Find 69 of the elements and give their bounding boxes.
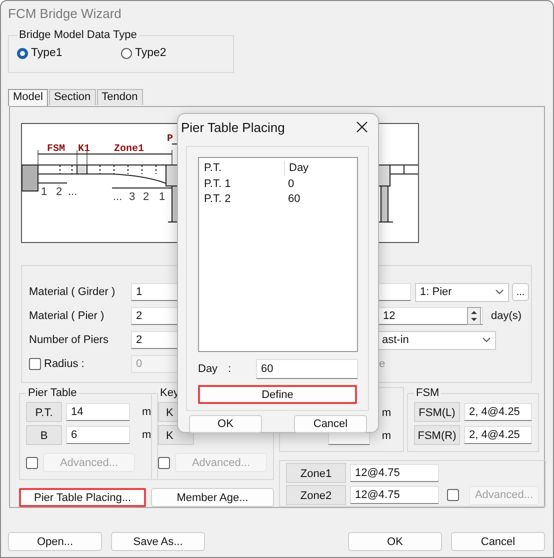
cancel-button[interactable]: Cancel [451,532,545,551]
tab[interactable]: Section [48,89,96,105]
diagram-label: P [167,134,174,145]
list-cell-text: P.T. 1 [204,177,232,192]
cancel-button[interactable]: Cancel [294,415,367,433]
browse-button[interactable]: ... [512,283,529,301]
row-label: P.T. [26,402,62,422]
ok-button[interactable]: OK [348,532,442,551]
checkbox-label: Radius : [44,358,84,370]
close-icon[interactable] [356,121,368,133]
spinner-field[interactable]: 12 [378,307,483,325]
column-header: Day [288,161,309,176]
window-title: FCM Bridge Wizard [7,5,122,23]
list-cell-text: 60 [287,192,300,207]
field-separator: : [228,363,232,375]
field-label: Material ( Pier ) [29,310,106,322]
open-button[interactable]: Open... [8,532,102,551]
segment-number: 2 [143,191,150,203]
list-cell-text: 0 [287,177,294,192]
member-age-button[interactable]: Member Age... [151,488,274,507]
segment-number: 2 [56,186,62,198]
define-button[interactable]: Define [198,385,357,404]
unit-label: m [382,407,391,419]
save-as-button[interactable]: Save As... [111,532,205,551]
unit-label: m [142,429,152,441]
dialog-title: Pier Table Placing [181,120,285,134]
segment-number: ... [68,186,78,198]
day-field[interactable]: 60 [256,359,358,379]
spinner-arrows-icon [467,307,481,325]
unit-label: m [382,430,391,442]
unit-label: m [142,406,152,418]
ok-button[interactable]: OK [189,415,262,433]
diagram-label: K1 [78,144,90,155]
segment-number: 1 [159,191,166,203]
pier-table-placing-button[interactable]: Pier Table Placing... [19,488,146,507]
column-header: P.T. [204,161,285,176]
tab[interactable]: Model [8,89,48,106]
row-label: FSM(L) [414,402,460,422]
diagram-label: Zone1 [114,144,144,155]
group-title: Pier Table [27,387,78,399]
row-label: Zone1 [286,463,346,483]
list-cell-text: P.T. 2 [204,192,232,207]
dropdown[interactable]: ast-in [377,330,496,350]
field-label: Number of Piers [29,334,110,346]
input-field[interactable]: 6 [66,426,130,444]
row-label: FSM(R) [414,425,460,445]
group-title: Bridge Model Data Type [18,29,138,41]
segment-number: ... [113,191,122,203]
diagram-label: FSM [47,144,66,155]
input-field[interactable]: 12@4.75 [350,486,439,504]
tab[interactable]: Tendon [96,89,143,105]
row-label: Zone2 [286,485,346,505]
radio-option[interactable]: Type2 [121,47,225,59]
segment-number: 3 [129,191,136,203]
input-field[interactable]: 2, 4@4.25 [464,426,532,444]
unit-label: day(s) [491,310,522,322]
segment-number: 1 [41,186,48,198]
input-field[interactable]: 14 [66,403,130,421]
input-field[interactable]: 2, 4@4.25 [464,403,532,421]
option-label: e [379,358,386,370]
field-label: Day [198,363,219,375]
dropdown[interactable]: 1: Pier [415,282,509,302]
field-label: Material ( Girder ) [29,286,116,298]
row-label: B [26,425,62,445]
caret-icon [495,289,504,295]
group-title: FSM [415,387,440,399]
input-field[interactable]: 12@4.75 [350,464,439,482]
caret-icon [482,337,491,343]
radio-option[interactable]: Type1 [17,47,121,59]
